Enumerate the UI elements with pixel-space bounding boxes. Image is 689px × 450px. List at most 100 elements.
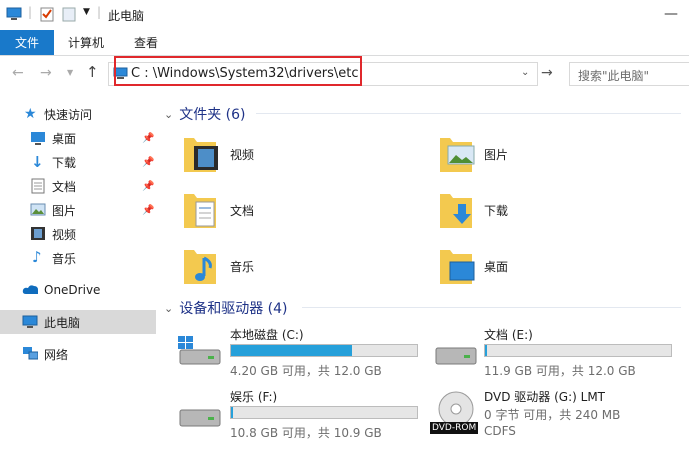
folder-label: 桌面 [484,260,509,274]
drive-usage-bar [484,344,672,357]
sidebar-item-label: 网络 [44,347,69,362]
video-folder-icon [184,138,218,172]
drive-free-space: 10.8 GB 可用，共 10.9 GB [230,426,382,440]
sidebar-item-videos[interactable]: 视频 [0,222,156,246]
navigation-pane: ★ 快速访问 桌面 📌 ↓ 下载 📌 文档 📌 图片 📌 视频 ♪ 音乐 One… [0,94,157,450]
document-icon [31,178,45,194]
picture-folder-icon [440,138,475,172]
new-folder-icon[interactable] [62,6,76,22]
folder-item-documents[interactable]: 文档 [180,188,320,232]
forward-arrow-icon[interactable]: → [40,65,52,81]
folder-label: 视频 [230,148,255,162]
drive-free-space: 4.20 GB 可用，共 12.0 GB [230,364,382,378]
drives-section-header[interactable]: ⌄ 设备和驱动器 (4) [164,298,288,318]
sidebar-item-onedrive[interactable]: OneDrive [0,278,156,302]
tab-file[interactable]: 文件 [0,30,54,55]
pin-icon[interactable]: 📌 [142,157,154,168]
up-arrow-icon[interactable]: ↑ [86,63,99,81]
desktop-icon [31,132,45,145]
download-folder-icon [440,194,472,228]
folder-label: 音乐 [230,260,255,274]
back-arrow-icon[interactable]: ← [12,65,24,81]
drive-name: 娱乐 (F:) [230,390,278,404]
computer-icon [22,315,38,328]
chevron-down-icon[interactable]: ⌄ [164,302,173,315]
sidebar-item-label: 文档 [52,179,77,194]
sidebar-item-label: 下载 [52,155,77,170]
chevron-down-icon[interactable]: ⌄ [164,108,173,121]
pin-icon[interactable]: 📌 [142,205,154,216]
system-drive-icon [178,336,221,365]
drive-item-c[interactable]: 本地磁盘 (C:) 4.20 GB 可用，共 12.0 GB [176,324,426,378]
sidebar-item-label: 此电脑 [44,315,81,330]
chevron-down-icon[interactable]: ⌄ [521,67,529,78]
drive-name: 本地磁盘 (C:) [230,328,304,342]
music-folder-icon [184,250,216,284]
minimize-icon[interactable]: — [664,6,678,22]
hard-drive-icon [179,409,221,427]
drive-free-space: 11.9 GB 可用，共 12.0 GB [484,364,636,378]
folder-item-downloads[interactable]: 下载 [436,188,576,232]
drive-usage-bar [230,406,418,419]
sidebar-item-label: 音乐 [52,251,77,266]
title-bar: | ▼ | 此电脑 — [0,0,689,30]
sidebar-item-network[interactable]: 网络 [0,342,156,366]
section-title: 文件夹 (6) [179,107,246,123]
sidebar-item-desktop[interactable]: 桌面 📌 [0,126,156,150]
music-icon: ♪ [32,248,42,266]
search-input[interactable]: 搜索"此电脑" [569,62,689,86]
drive-usage-fill [231,407,233,418]
download-icon: ↓ [31,153,44,171]
video-icon [31,227,45,240]
folder-label: 图片 [484,148,509,162]
folder-item-desktop[interactable]: 桌面 [436,244,576,288]
section-title: 设备和驱动器 (4) [179,301,288,317]
drive-item-e[interactable]: 文档 (E:) 11.9 GB 可用，共 12.0 GB [432,324,682,378]
highlight-box [114,56,362,86]
document-folder-icon [184,194,216,228]
folder-item-music[interactable]: 音乐 [180,244,320,288]
tab-view[interactable]: 查看 [134,30,158,55]
sidebar-item-label: OneDrive [44,283,101,297]
folder-label: 下载 [484,204,509,218]
chevron-down-icon[interactable]: ▼ [83,7,90,17]
folder-item-pictures[interactable]: 图片 [436,132,576,176]
picture-icon [30,203,46,216]
hard-drive-icon [435,347,477,365]
sidebar-item-label: 桌面 [52,131,77,146]
folders-section-header[interactable]: ⌄ 文件夹 (6) [164,104,246,124]
sidebar-item-this-pc[interactable]: 此电脑 [0,310,156,334]
dvd-rom-badge: DVD-ROM [430,422,479,434]
sidebar-item-music[interactable]: ♪ 音乐 [0,246,156,270]
drive-usage-bar [230,344,418,357]
sidebar-item-documents[interactable]: 文档 📌 [0,174,156,198]
sidebar-item-label: 图片 [52,203,77,218]
drive-free-space: 0 字节 可用，共 240 MB [484,408,621,422]
sidebar-item-downloads[interactable]: ↓ 下载 📌 [0,150,156,174]
go-arrow-icon[interactable]: → [541,65,553,81]
drive-name: DVD 驱动器 (G:) LMT [484,390,605,404]
pin-icon[interactable]: 📌 [142,133,154,144]
content-pane: ⌄ 文件夹 (6) 视频 图片 文档 下载 音乐 桌面 ⌄ 设备和驱动器 (4)… [156,94,689,450]
properties-icon[interactable] [40,6,54,22]
ribbon-tabs: 文件 计算机 查看 [0,30,689,56]
sidebar-item-pictures[interactable]: 图片 📌 [0,198,156,222]
recent-chevron-icon[interactable]: ▼ [67,68,73,77]
drive-usage-fill [231,345,352,356]
drive-item-g[interactable]: DVD-ROM DVD 驱动器 (G:) LMT 0 字节 可用，共 240 M… [430,386,682,446]
star-icon: ★ [24,106,37,122]
pin-icon[interactable]: 📌 [142,181,154,192]
desktop-folder-icon [440,250,475,284]
folder-item-videos[interactable]: 视频 [180,132,320,176]
tab-computer[interactable]: 计算机 [68,30,104,55]
drive-item-f[interactable]: 娱乐 (F:) 10.8 GB 可用，共 10.9 GB [176,386,426,440]
computer-icon[interactable] [6,7,22,21]
sidebar-item-quick-access[interactable]: ★ 快速访问 [0,102,156,126]
window-title: 此电脑 [108,9,145,23]
sidebar-item-label: 快速访问 [44,107,93,122]
sidebar-item-label: 视频 [52,227,77,242]
search-placeholder: 搜索"此电脑" [578,69,650,83]
drive-usage-fill [485,345,487,356]
cloud-icon [22,285,38,294]
drive-name: 文档 (E:) [484,328,533,342]
